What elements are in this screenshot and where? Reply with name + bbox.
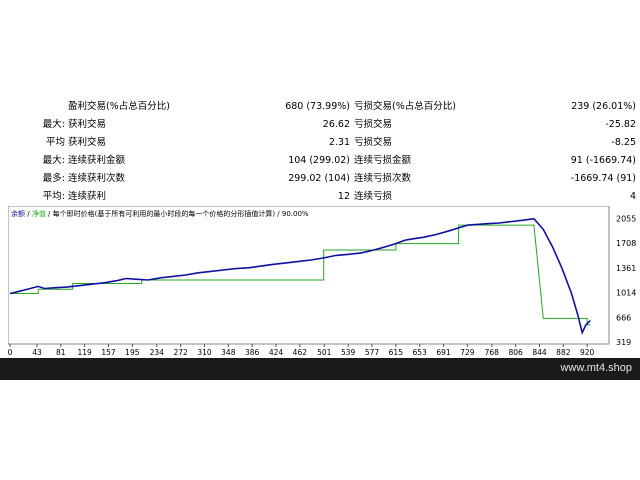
stat-prefix: 最大: [42,119,65,130]
stat-value-loss: -8.25 [611,137,636,148]
legend-separator: / [25,210,32,218]
stat-prefix: 平均: [42,191,65,202]
trade-statistics: 盈利交易(%占总百分比) 680 (73.99%) 亏损交易(%占总百分比) 2… [0,98,640,206]
x-tick-label: 882 [556,348,571,356]
x-tick-label: 386 [245,348,260,356]
stats-row: 最大: 连续获利金额 104 (299.02) 连续亏损金额 91 (-1669… [0,152,640,170]
stat-value-loss: -25.82 [605,119,636,130]
stat-value-loss: -1669.74 (91) [570,173,636,184]
plot-area [8,206,610,345]
x-tick-label: 43 [32,348,42,356]
stat-value-profit: 104 (299.02) [288,155,350,166]
stat-value-profit: 26.62 [322,119,350,130]
footer-bar: www.mt4.shop [0,358,640,380]
stats-row: 平均: 连续获利 12 连续亏损 4 [0,188,640,206]
watermark-text: www.mt4.shop [560,362,632,374]
x-tick-label: 615 [389,348,404,356]
y-tick-label: 1708 [616,239,636,248]
x-axis: 0 43 81 119 157 195 234 272 310 348 386 424 462 501 53… [8,344,595,356]
stat-value-loss: 91 (-1669.74) [570,155,636,166]
x-tick-label: 462 [293,348,308,356]
stat-label-profit: 连续获利金额 [68,155,126,166]
x-tick-label: 844 [532,348,547,356]
legend-equity: 净值 [32,209,46,218]
x-tick-label: 310 [197,348,212,356]
y-tick-label: 666 [616,313,631,322]
stat-prefix: 最多: [42,173,65,184]
stat-label-loss: 连续亏损 [354,191,393,202]
stats-row: 最多: 连续获利次数 299.02 (104) 连续亏损次数 -1669.74 … [0,170,640,188]
balance-chart: 余额 / 净值 / 每个即时价格(基于所有可利用的最小时段的每一个价格的分形插值… [8,206,636,356]
stat-value-profit: 2.31 [328,137,350,148]
y-tick-label: 2055 [616,214,636,223]
x-tick-label: 806 [508,348,523,356]
legend-balance: 余额 [11,209,25,218]
stat-label-loss: 亏损交易 [354,119,393,130]
x-tick-label: 348 [221,348,236,356]
balance-chart-svg: 余额 / 净值 / 每个即时价格(基于所有可利用的最小时段的每一个价格的分形插值… [8,206,636,356]
stat-label-profit: 获利交易 [68,119,107,130]
y-tick-label: 1361 [616,264,636,273]
stat-label-profit: 获利交易 [68,137,107,148]
x-tick-label: 81 [56,348,66,356]
y-tick-label: 319 [616,338,631,347]
legend-description: / 每个即时价格(基于所有可利用的最小时段的每一个价格的分形插值计算) / 90… [46,209,309,218]
stats-row: 盈利交易(%占总百分比) 680 (73.99%) 亏损交易(%占总百分比) 2… [0,98,640,116]
stat-label-loss: 连续亏损金额 [354,155,412,166]
stat-label-profit: 盈利交易(%占总百分比) [68,101,170,112]
stat-prefix: 最大: [42,155,65,166]
chart-legend: 余额 / 净值 / 每个即时价格(基于所有可利用的最小时段的每一个价格的分形插值… [11,209,309,218]
stats-row: 最大: 获利交易 26.62 亏损交易 -25.82 [0,116,640,134]
stat-label-loss: 连续亏损次数 [354,173,412,184]
y-tick-label: 1014 [616,288,636,297]
x-tick-label: 691 [436,348,451,356]
stat-label-loss: 亏损交易 [354,137,393,148]
stat-value-profit: 680 (73.99%) [285,101,350,112]
x-tick-label: 577 [365,348,380,356]
x-tick-label: 501 [317,348,332,356]
x-tick-label: 272 [173,348,188,356]
x-tick-label: 234 [150,348,165,356]
x-tick-label: 729 [460,348,475,356]
stat-value-loss: 239 (26.01%) [571,101,636,112]
x-tick-label: 653 [413,348,428,356]
x-tick-label: 920 [580,348,595,356]
stat-prefix: 平均 [45,137,65,148]
x-tick-label: 424 [269,348,284,356]
x-tick-label: 0 [8,348,13,356]
stat-value-profit: 12 [337,191,350,202]
stat-value-profit: 299.02 (104) [288,173,350,184]
x-tick-label: 157 [101,348,116,356]
y-axis: 319 666 1014 1361 1708 2055 [616,214,636,347]
x-tick-label: 119 [77,348,92,356]
x-tick-label: 539 [341,348,356,356]
stat-label-loss: 亏损交易(%占总百分比) [354,101,456,112]
stat-value-loss: 4 [629,191,636,202]
stat-label-profit: 连续获利次数 [68,173,126,184]
stat-label-profit: 连续获利 [68,191,107,202]
x-tick-label: 195 [125,348,140,356]
stats-row: 平均 获利交易 2.31 亏损交易 -8.25 [0,134,640,152]
x-tick-label: 768 [485,348,500,356]
